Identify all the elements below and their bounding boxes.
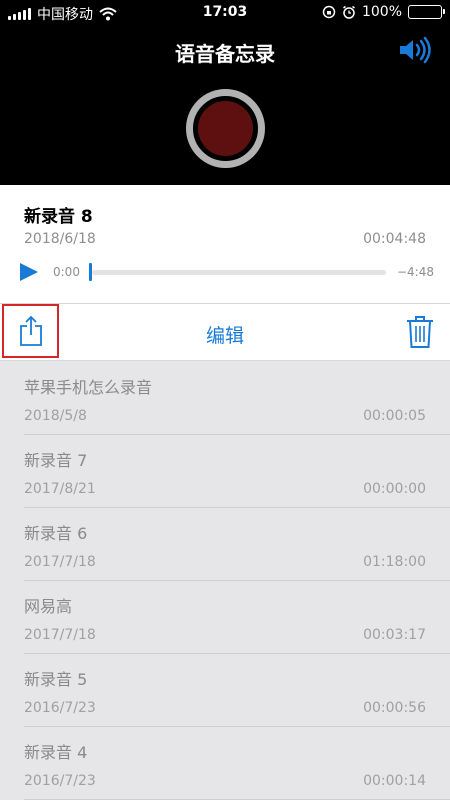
record-dot <box>198 101 253 156</box>
selected-recording: 新录音 8 2018/6/18 00:04:48 0:00 −4:48 <box>0 185 450 303</box>
elapsed-time: 0:00 <box>53 265 80 279</box>
scrubber-handle[interactable] <box>89 263 92 281</box>
list-item[interactable]: 新录音 6 2017/7/18 01:18:00 <box>0 508 450 581</box>
recording-name: 网易高 <box>24 597 73 616</box>
selected-recording-date: 2018/6/18 <box>24 231 96 247</box>
recording-duration: 00:00:05 <box>363 408 426 424</box>
trash-icon[interactable] <box>406 315 434 349</box>
recording-duration: 00:00:00 <box>363 481 426 497</box>
status-bar: 中国移动 17:03 100% <box>0 0 450 26</box>
recording-name: 新录音 4 <box>24 743 88 762</box>
recording-duration: 00:00:14 <box>363 773 426 789</box>
recording-date: 2017/7/18 <box>24 627 96 643</box>
recording-date: 2017/8/21 <box>24 481 96 497</box>
recording-date: 2016/7/23 <box>24 773 96 789</box>
list-item[interactable]: 新录音 7 2017/8/21 00:00:00 <box>0 435 450 508</box>
list-item[interactable]: 网易高 2017/7/18 00:03:17 <box>0 581 450 654</box>
recording-duration: 00:00:56 <box>363 700 426 716</box>
recording-date: 2016/7/23 <box>24 700 96 716</box>
header-area: 中国移动 17:03 100% 语音备忘录 <box>0 0 450 185</box>
list-item[interactable]: 苹果手机怎么录音 2018/5/8 00:00:05 <box>0 362 450 435</box>
recording-name: 苹果手机怎么录音 <box>24 378 153 397</box>
recording-date: 2018/5/8 <box>24 408 87 424</box>
rotation-lock-icon <box>322 5 336 19</box>
speaker-icon[interactable] <box>398 36 432 64</box>
alarm-icon <box>343 5 355 19</box>
play-icon[interactable] <box>19 262 39 282</box>
recording-duration: 01:18:00 <box>363 554 426 570</box>
playback-scrubber[interactable] <box>92 270 386 275</box>
status-right: 100% <box>322 4 445 20</box>
battery-percent: 100% <box>361 4 402 20</box>
selected-recording-duration: 00:04:48 <box>363 231 426 247</box>
recording-date: 2017/7/18 <box>24 554 96 570</box>
record-button[interactable] <box>186 89 265 168</box>
page-title: 语音备忘录 <box>175 42 275 66</box>
list-item[interactable]: 新录音 5 2016/7/23 00:00:56 <box>0 654 450 727</box>
list-item[interactable]: 新录音 4 2016/7/23 00:00:14 <box>0 727 450 800</box>
recording-duration: 00:03:17 <box>363 627 426 643</box>
selected-recording-name[interactable]: 新录音 8 <box>24 202 93 227</box>
battery-icon <box>408 5 445 19</box>
recording-name: 新录音 6 <box>24 524 88 543</box>
recordings-list: 苹果手机怎么录音 2018/5/8 00:00:05 新录音 7 2017/8/… <box>0 362 450 800</box>
edit-button[interactable]: 编辑 <box>0 321 450 348</box>
recording-name: 新录音 7 <box>24 451 88 470</box>
recording-name: 新录音 5 <box>24 670 88 689</box>
action-toolbar: 编辑 <box>0 303 450 361</box>
remaining-time: −4:48 <box>396 265 434 279</box>
